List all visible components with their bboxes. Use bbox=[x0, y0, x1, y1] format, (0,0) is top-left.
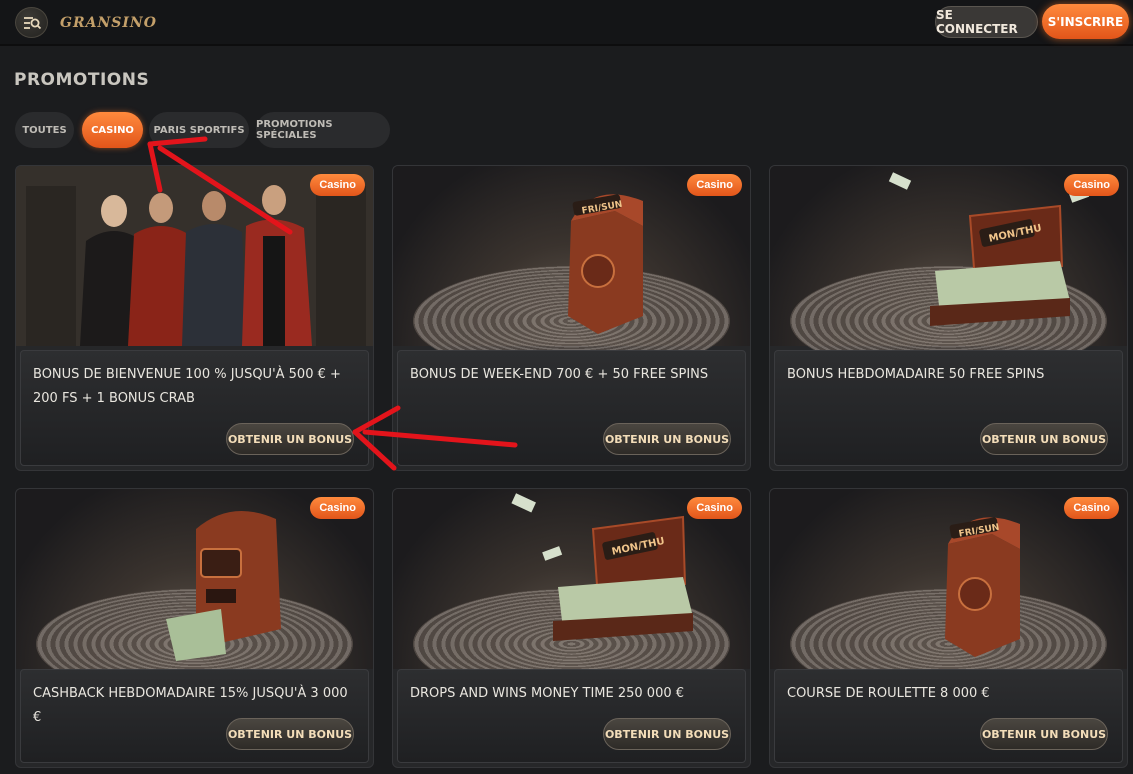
top-bar: GRANSINO SE CONNECTER S'INSCRIRE bbox=[0, 0, 1133, 46]
promo-image-money-case: MON/THU Casino bbox=[770, 166, 1127, 376]
menu-search-button[interactable] bbox=[15, 7, 48, 38]
promo-title: DROPS AND WINS MONEY TIME 250 000 € bbox=[410, 686, 685, 701]
promo-title: BONUS HEBDOMADAIRE 50 FREE SPINS bbox=[787, 367, 1045, 382]
promo-card-body: BONUS DE BIENVENUE 100 % JUSQU'À 500 € +… bbox=[20, 350, 369, 466]
promo-card: FRI/SUN Casino BONUS DE WEEK-END 700 € +… bbox=[392, 165, 751, 471]
get-bonus-button[interactable]: OBTENIR UN BONUS bbox=[226, 423, 354, 455]
promo-card-body: BONUS DE WEEK-END 700 € + 50 FREE SPINS … bbox=[397, 350, 746, 466]
login-button[interactable]: SE CONNECTER bbox=[935, 6, 1038, 38]
category-badge: Casino bbox=[1064, 174, 1119, 196]
promo-card: Casino BONUS DE BIENVENUE 100 % JUSQU'À … bbox=[15, 165, 374, 471]
menu-search-icon bbox=[23, 16, 41, 29]
logo[interactable]: GRANSINO bbox=[60, 8, 156, 38]
promo-title: BONUS DE BIENVENUE 100 % JUSQU'À 500 € +… bbox=[33, 367, 341, 406]
get-bonus-button[interactable]: OBTENIR UN BONUS bbox=[980, 718, 1108, 750]
promo-title: COURSE DE ROULETTE 8 000 € bbox=[787, 686, 990, 701]
promo-card-body: COURSE DE ROULETTE 8 000 € OBTENIR UN BO… bbox=[774, 669, 1123, 763]
promo-card: MON/THU Casino DROPS AND WINS MONEY TIME… bbox=[392, 488, 751, 768]
category-badge: Casino bbox=[310, 174, 365, 196]
get-bonus-button[interactable]: OBTENIR UN BONUS bbox=[980, 423, 1108, 455]
promo-title: BONUS DE WEEK-END 700 € + 50 FREE SPINS bbox=[410, 367, 709, 382]
promo-image-people: Casino bbox=[16, 166, 373, 346]
tab-toutes[interactable]: TOUTES bbox=[15, 112, 74, 148]
tab-paris-sportifs[interactable]: PARIS SPORTIFS bbox=[149, 112, 249, 148]
promo-card-body: DROPS AND WINS MONEY TIME 250 000 € OBTE… bbox=[397, 669, 746, 763]
promo-image-slot-machine: Casino bbox=[16, 489, 373, 699]
category-badge: Casino bbox=[1064, 497, 1119, 519]
promo-card: MON/THU Casino BONUS HEBDOMADAIRE 50 FRE… bbox=[769, 165, 1128, 471]
promo-card: FRI/SUN Casino COURSE DE ROULETTE 8 000 … bbox=[769, 488, 1128, 768]
tab-promotions-speciales[interactable]: PROMOTIONS SPÉCIALES bbox=[256, 112, 390, 148]
get-bonus-button[interactable]: OBTENIR UN BONUS bbox=[603, 718, 731, 750]
category-badge: Casino bbox=[687, 174, 742, 196]
promo-card-body: BONUS HEBDOMADAIRE 50 FREE SPINS OBTENIR… bbox=[774, 350, 1123, 466]
promo-card-body: CASHBACK HEBDOMADAIRE 15% JUSQU'À 3 000 … bbox=[20, 669, 369, 763]
tab-casino[interactable]: CASINO bbox=[82, 112, 143, 148]
get-bonus-button[interactable]: OBTENIR UN BONUS bbox=[226, 718, 354, 750]
promo-image-safe: FRI/SUN Casino bbox=[770, 489, 1127, 699]
get-bonus-button[interactable]: OBTENIR UN BONUS bbox=[603, 423, 731, 455]
promo-image-money-case: MON/THU Casino bbox=[393, 489, 750, 699]
promo-image-safe: FRI/SUN Casino bbox=[393, 166, 750, 376]
page-title: PROMOTIONS bbox=[14, 70, 150, 90]
register-button[interactable]: S'INSCRIRE bbox=[1042, 4, 1129, 39]
category-badge: Casino bbox=[310, 497, 365, 519]
promo-card: Casino CASHBACK HEBDOMADAIRE 15% JUSQU'À… bbox=[15, 488, 374, 768]
logo-text: GRANSINO bbox=[60, 15, 157, 31]
category-badge: Casino bbox=[687, 497, 742, 519]
